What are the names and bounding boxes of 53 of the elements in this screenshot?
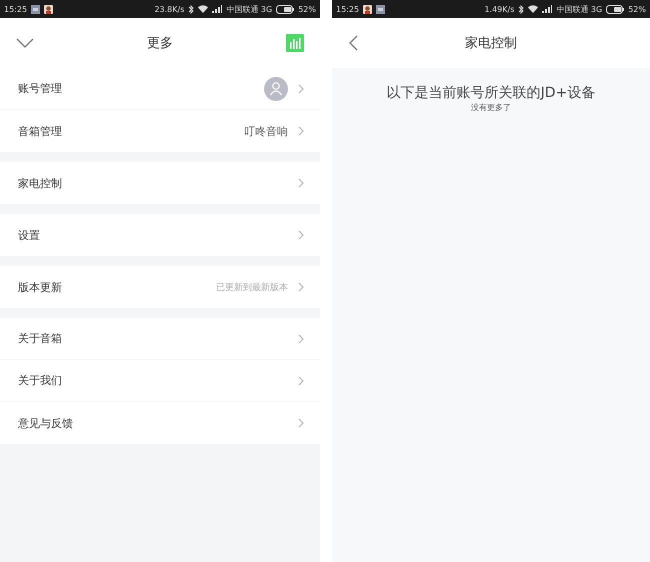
menu-label: 账号管理 [18, 81, 62, 96]
chevron-right-icon [298, 334, 304, 344]
chevron-right-icon [298, 376, 304, 386]
battery-icon [606, 4, 624, 14]
network-speed: 23.8K/s [154, 4, 184, 14]
chevron-right-icon [298, 84, 304, 94]
bluetooth-icon [188, 4, 194, 14]
menu-label: 关于我们 [18, 373, 62, 388]
carrier-name: 中国联通 3G [556, 4, 602, 14]
menu-label: 关于音箱 [18, 331, 62, 346]
chevron-right-icon [298, 282, 304, 292]
chevron-right-icon [298, 418, 304, 428]
carrier-name: 中国联通 3G [226, 4, 272, 14]
menu-item[interactable]: 关于音箱 [0, 318, 320, 360]
menu-value: 已更新到最新版本 [216, 282, 288, 294]
screen-title: 家电控制 [464, 35, 518, 52]
wifi-icon [198, 5, 208, 13]
signal-icon [212, 5, 222, 13]
chevron-right-icon [298, 178, 304, 188]
menu-label: 家电控制 [18, 176, 62, 190]
wifi-icon [528, 5, 538, 13]
bluetooth-icon [518, 4, 524, 14]
battery-icon [276, 4, 294, 14]
app-notification-icon [44, 4, 54, 14]
avatar-icon [264, 76, 288, 100]
chevron-right-icon [298, 230, 304, 240]
menu-item[interactable]: 版本更新 已更新到最新版本 [0, 266, 320, 308]
menu-item[interactable]: 意见与反馈 [0, 402, 320, 444]
status-time: 15:25 [336, 4, 360, 14]
menu-label: 版本更新 [18, 280, 62, 294]
image-notification-icon [31, 4, 40, 14]
menu-item[interactable]: 账号管理 [0, 68, 320, 110]
screen-title: 更多 [146, 35, 174, 52]
app-notification-icon [363, 4, 372, 14]
menu-item[interactable]: 家电控制 [0, 162, 320, 204]
menu-label: 音箱管理 [18, 124, 62, 138]
back-icon[interactable] [348, 35, 358, 51]
collapse-chevron-icon[interactable] [16, 38, 34, 48]
chevron-right-icon [298, 126, 304, 136]
image-notification-icon [376, 4, 386, 14]
no-more-note: 没有更多了 [471, 102, 511, 113]
battery-percent: 52% [628, 4, 646, 14]
status-time: 15:25 [4, 4, 28, 14]
signal-icon [542, 5, 552, 13]
menu-item[interactable]: 音箱管理 叮咚音响 [0, 110, 320, 152]
info-message: 以下是当前账号所关联的JD+设备 [386, 84, 596, 102]
battery-percent: 52% [298, 4, 316, 14]
menu-item[interactable]: 关于我们 [0, 360, 320, 402]
menu-item[interactable]: 设置 [0, 214, 320, 256]
network-speed: 1.49K/s [484, 4, 514, 14]
menu-label: 设置 [18, 228, 40, 242]
menu-value: 叮咚音响 [244, 124, 288, 138]
menu-label: 意见与反馈 [18, 416, 73, 430]
